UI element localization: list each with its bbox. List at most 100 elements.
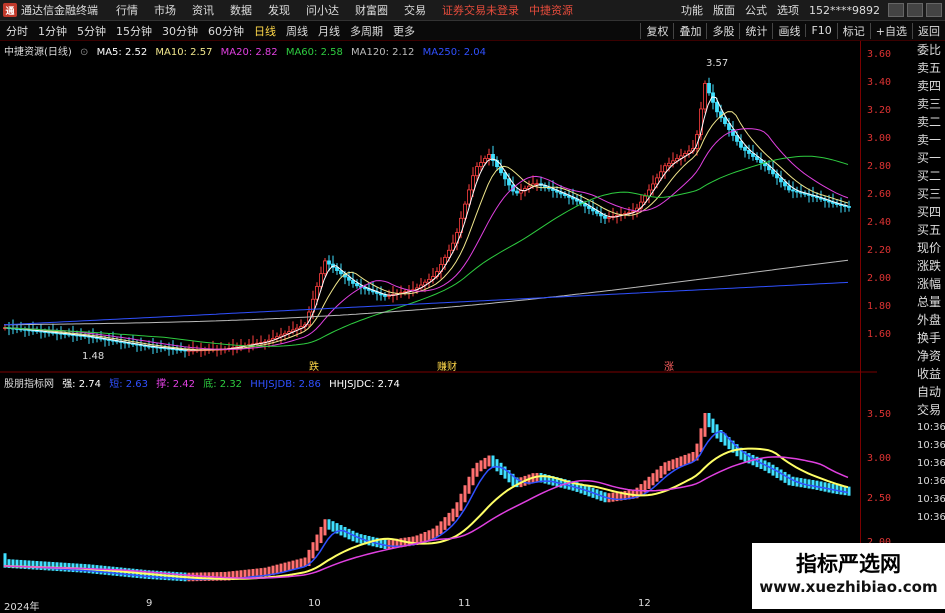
side-item[interactable]: 卖二 — [917, 113, 945, 131]
menu-item-options[interactable]: 选项 — [777, 2, 799, 18]
indicator-bar — [27, 560, 31, 570]
side-item[interactable]: 交易 — [917, 401, 945, 419]
side-item[interactable]: 10:36 — [917, 491, 945, 509]
indicator-bar — [391, 539, 395, 549]
side-item[interactable]: 10:36 — [917, 419, 945, 437]
side-item[interactable]: 买四 — [917, 203, 945, 221]
side-item[interactable]: 自动 — [917, 383, 945, 401]
candle-body — [791, 189, 795, 192]
period-tab[interactable]: 5分钟 — [77, 23, 106, 39]
menu-right-group: 功能 版面 公式 选项 152****9892 — [681, 0, 945, 20]
indicator-bar — [815, 480, 819, 490]
period-tab[interactable]: 周线 — [286, 23, 308, 39]
candle-body — [847, 206, 851, 208]
candle-body — [355, 283, 359, 287]
tool-f10[interactable]: F10 — [805, 24, 836, 37]
watermark-url: www.xuezhibiao.com — [759, 578, 938, 596]
kline-chart[interactable] — [0, 41, 877, 609]
side-item[interactable]: 外盘 — [917, 311, 945, 329]
candle-body — [327, 260, 331, 265]
indicator-bar — [827, 483, 831, 493]
period-tab[interactable]: 60分钟 — [208, 23, 244, 39]
period-tab[interactable]: 30分钟 — [162, 23, 198, 39]
side-item[interactable]: 净资 — [917, 347, 945, 365]
side-item[interactable]: 卖三 — [917, 95, 945, 113]
minimize-icon[interactable] — [888, 3, 904, 17]
period-tab-more[interactable]: 更多 — [393, 23, 415, 39]
menu-item-formula[interactable]: 公式 — [745, 2, 767, 18]
marker-profit: 赚财 — [437, 362, 457, 373]
side-item[interactable]: 现价 — [917, 239, 945, 257]
date-label: 2024年 — [4, 602, 40, 613]
candle-body — [667, 162, 671, 167]
maximize-icon[interactable] — [907, 3, 923, 17]
period-tab[interactable]: 分时 — [6, 23, 28, 39]
tool-adjust[interactable]: 复权 — [640, 22, 673, 39]
side-item[interactable]: 委比 — [917, 41, 945, 59]
indicator-bar — [807, 479, 811, 489]
side-item[interactable]: 买二 — [917, 167, 945, 185]
period-tab[interactable]: 多周期 — [350, 23, 383, 39]
candle-body — [607, 216, 611, 219]
candle-body — [747, 149, 751, 154]
menu-item-market[interactable]: 市场 — [154, 2, 176, 18]
tool-back[interactable]: 返回 — [912, 22, 945, 39]
tool-multi[interactable]: 多股 — [706, 22, 739, 39]
menu-item-trade[interactable]: 交易 — [404, 2, 426, 18]
indicator-bar — [667, 460, 671, 471]
indicator-bar — [387, 539, 391, 549]
side-item[interactable]: 总量 — [917, 293, 945, 311]
indicator-bar — [687, 453, 691, 464]
side-item[interactable]: 10:36 — [917, 473, 945, 491]
date-label: 9 — [146, 598, 153, 609]
indicator-bar — [651, 473, 655, 486]
side-item[interactable]: 买五 — [917, 221, 945, 239]
side-item[interactable]: 涨跌 — [917, 257, 945, 275]
menu-item-discover[interactable]: 发现 — [268, 2, 290, 18]
candle-body — [671, 160, 675, 164]
tool-mark[interactable]: 标记 — [836, 22, 870, 39]
side-item[interactable]: 10:36 — [917, 455, 945, 473]
tool-draw[interactable]: 画线 — [772, 22, 805, 39]
app-logo-icon: 通 — [3, 3, 17, 17]
side-item[interactable]: 换手 — [917, 329, 945, 347]
indicator-bar — [787, 474, 791, 486]
close-icon[interactable] — [926, 3, 942, 17]
side-item[interactable]: 卖五 — [917, 59, 945, 77]
side-item[interactable]: 买一 — [917, 149, 945, 167]
y-tick: 2.00 — [867, 273, 892, 284]
side-item[interactable]: 涨幅 — [917, 275, 945, 293]
tool-add-watch[interactable]: +自选 — [869, 22, 912, 39]
menu-item-news[interactable]: 资讯 — [192, 2, 214, 18]
ma-line — [3, 128, 849, 350]
period-tab[interactable]: 1分钟 — [38, 23, 67, 39]
menu-item-wealth[interactable]: 财富圈 — [355, 2, 388, 18]
y-tick: 3.60 — [867, 49, 892, 60]
side-item[interactable]: 收益 — [917, 365, 945, 383]
user-account[interactable]: 152****9892 — [809, 4, 880, 17]
menu-item-layout[interactable]: 版面 — [713, 2, 735, 18]
menu-item-function[interactable]: 功能 — [681, 2, 703, 18]
tool-stats[interactable]: 统计 — [739, 22, 772, 39]
period-tab[interactable]: 15分钟 — [116, 23, 152, 39]
watermark: 指标严选网 www.xuezhibiao.com — [752, 543, 945, 609]
side-item[interactable]: 卖四 — [917, 77, 945, 95]
trade-login-status[interactable]: 证券交易未登录 — [442, 2, 519, 18]
side-item[interactable]: 10:36 — [917, 509, 945, 527]
ma60-label: MA60: 2.58 — [285, 47, 343, 58]
side-item[interactable]: 买三 — [917, 185, 945, 203]
period-tab[interactable]: 月线 — [318, 23, 340, 39]
candle-body — [603, 215, 607, 219]
indicator-bar — [47, 561, 51, 571]
menu-item-ask[interactable]: 问小达 — [306, 2, 339, 18]
side-item[interactable]: 卖一 — [917, 131, 945, 149]
y-tick: 3.00 — [867, 133, 892, 144]
menu-item-data[interactable]: 数据 — [230, 2, 252, 18]
side-item[interactable]: 10:36 — [917, 437, 945, 455]
indicator-bar — [839, 485, 843, 495]
menu-item-quotes[interactable]: 行情 — [116, 2, 138, 18]
period-tab-daily[interactable]: 日线 — [254, 23, 276, 39]
tool-overlay[interactable]: 叠加 — [673, 22, 706, 39]
indicator-bar — [823, 482, 827, 492]
ma20-label: MA20: 2.82 — [220, 47, 278, 58]
